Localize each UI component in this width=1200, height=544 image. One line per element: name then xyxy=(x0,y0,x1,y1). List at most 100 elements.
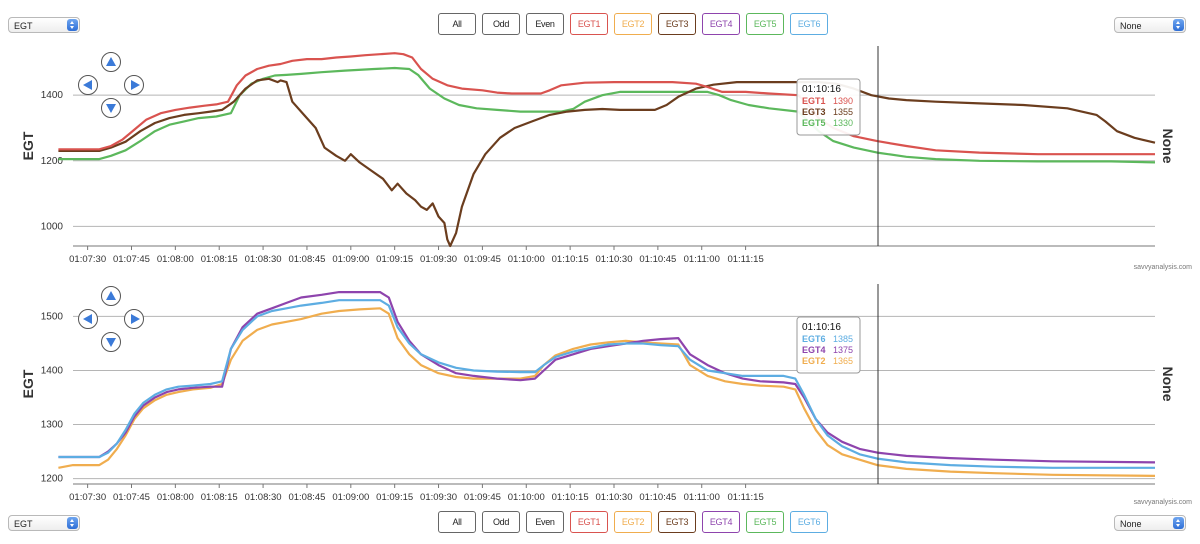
tooltip-series-name: EGT2 xyxy=(802,356,826,366)
toggle-button-egt5[interactable]: EGT5 xyxy=(746,511,784,533)
pan-controls xyxy=(78,52,148,122)
toggle-button-all[interactable]: All xyxy=(438,13,476,35)
tooltip-time: 01:10:16 xyxy=(802,322,841,333)
series-toggle-buttons-bottom: All Odd Even EGT1 EGT2 EGT3 EGT4 EGT5 EGT6 xyxy=(438,511,828,533)
x-tick-label: 01:10:30 xyxy=(596,492,633,503)
y-tick-label: 1000 xyxy=(41,221,64,232)
x-tick-label: 01:08:45 xyxy=(288,254,325,265)
x-tick-label: 01:11:15 xyxy=(727,492,763,503)
credit-text: savvyanalysis.com xyxy=(1133,499,1192,506)
toggle-button-odd[interactable]: Odd xyxy=(482,13,520,35)
x-tick-label: 01:09:30 xyxy=(420,254,457,265)
egt-chart-top[interactable]: 1000 1200 1400 01:07:30 01:07:45 01:08:00 01:0… xyxy=(0,40,1200,270)
tooltip-series-name: EGT4 xyxy=(802,345,826,355)
pan-left-icon[interactable] xyxy=(78,309,98,329)
left-series-select-bottom[interactable]: EGT xyxy=(8,515,80,531)
pan-down-icon[interactable] xyxy=(101,98,121,118)
select-arrows-icon xyxy=(1173,19,1184,31)
right-series-select-bottom[interactable]: None xyxy=(1114,515,1186,531)
x-tick-label: 01:10:00 xyxy=(508,254,545,265)
toggle-button-egt6[interactable]: EGT6 xyxy=(790,13,828,35)
y-axis-label: EGT xyxy=(20,131,36,160)
toggle-button-egt1[interactable]: EGT1 xyxy=(570,511,608,533)
toggle-button-all[interactable]: All xyxy=(438,511,476,533)
toggle-button-even[interactable]: Even xyxy=(526,13,564,35)
right-series-select-value: None xyxy=(1120,519,1142,529)
toggle-button-even[interactable]: Even xyxy=(526,511,564,533)
series-line-egt2[interactable] xyxy=(58,307,1156,477)
x-tick-label: 01:07:30 xyxy=(69,254,106,265)
x-tick-label: 01:09:45 xyxy=(464,254,501,265)
toggle-button-egt3[interactable]: EGT3 xyxy=(658,13,696,35)
x-tick-label: 01:10:15 xyxy=(552,492,589,503)
x-tick-label: 01:08:00 xyxy=(157,492,194,503)
x-tick-label: 01:07:30 xyxy=(69,492,106,503)
y-tick-label: 1300 xyxy=(41,420,64,431)
select-arrows-icon xyxy=(67,19,78,31)
tooltip-series-name: EGT6 xyxy=(802,334,826,344)
x-tick-label: 01:10:00 xyxy=(508,492,545,503)
toggle-button-egt6[interactable]: EGT6 xyxy=(790,511,828,533)
y-axis-label: EGT xyxy=(20,369,36,398)
y-tick-label: 1500 xyxy=(41,311,64,322)
select-arrows-icon xyxy=(67,517,78,529)
x-tick-label: 01:09:00 xyxy=(332,492,369,503)
tooltip-series-name: EGT1 xyxy=(802,96,826,106)
x-tick-label: 01:10:15 xyxy=(552,254,589,265)
toggle-button-egt4[interactable]: EGT4 xyxy=(702,511,740,533)
left-series-select-value: EGT xyxy=(14,21,33,31)
tooltip-series-value: 1365 xyxy=(833,356,853,366)
x-tick-label: 01:09:45 xyxy=(464,492,501,503)
x-tick-label: 01:11:00 xyxy=(684,254,720,265)
tooltip-series-value: 1355 xyxy=(833,107,853,117)
right-axis-label: None xyxy=(1160,129,1176,164)
toggle-button-egt2[interactable]: EGT2 xyxy=(614,13,652,35)
toggle-button-egt3[interactable]: EGT3 xyxy=(658,511,696,533)
x-tick-label: 01:08:15 xyxy=(201,492,238,503)
x-tick-label: 01:09:30 xyxy=(420,492,457,503)
pan-up-icon[interactable] xyxy=(101,52,121,72)
egt-chart-bottom[interactable]: 1200 1300 1400 1500 01:07:30 01:07:45 01:08:00… xyxy=(0,278,1200,508)
tooltip: 01:10:16EGT6 1385 EGT4 1375 EGT2 1365 xyxy=(796,316,861,374)
toggle-button-egt2[interactable]: EGT2 xyxy=(614,511,652,533)
y-tick-label: 1200 xyxy=(41,474,64,485)
x-tick-label: 01:11:00 xyxy=(684,492,720,503)
x-tick-label: 01:08:15 xyxy=(201,254,238,265)
right-series-select[interactable]: None xyxy=(1114,17,1186,33)
pan-right-icon[interactable] xyxy=(124,75,144,95)
toggle-button-egt5[interactable]: EGT5 xyxy=(746,13,784,35)
x-tick-label: 01:10:30 xyxy=(596,254,633,265)
x-tick-label: 01:08:30 xyxy=(245,254,282,265)
x-tick-label: 01:10:45 xyxy=(639,254,676,265)
toggle-button-egt1[interactable]: EGT1 xyxy=(570,13,608,35)
toggle-button-egt4[interactable]: EGT4 xyxy=(702,13,740,35)
pan-up-icon[interactable] xyxy=(101,286,121,306)
x-tick-label: 01:09:15 xyxy=(376,492,413,503)
right-series-select-value: None xyxy=(1120,21,1142,31)
x-tick-label: 01:10:45 xyxy=(639,492,676,503)
tooltip-series-value: 1330 xyxy=(833,118,853,128)
tooltip-series-value: 1390 xyxy=(833,96,853,106)
y-tick-label: 1200 xyxy=(41,156,64,167)
right-axis-label: None xyxy=(1160,367,1176,402)
x-tick-label: 01:11:15 xyxy=(727,254,763,265)
pan-controls xyxy=(78,286,148,356)
x-tick-label: 01:09:15 xyxy=(376,254,413,265)
x-tick-label: 01:07:45 xyxy=(113,254,150,265)
tooltip-series-name: EGT5 xyxy=(802,118,826,128)
left-series-select[interactable]: EGT xyxy=(8,17,80,33)
x-tick-label: 01:08:00 xyxy=(157,254,194,265)
tooltip-series-value: 1375 xyxy=(833,345,853,355)
x-tick-label: 01:07:45 xyxy=(113,492,150,503)
tooltip: 01:10:16EGT1 1390 EGT3 1355 EGT5 1330 xyxy=(796,78,861,136)
x-tick-label: 01:09:00 xyxy=(332,254,369,265)
select-arrows-icon xyxy=(1173,517,1184,529)
pan-right-icon[interactable] xyxy=(124,309,144,329)
y-tick-label: 1400 xyxy=(41,90,64,101)
x-tick-label: 01:08:30 xyxy=(245,492,282,503)
toggle-button-odd[interactable]: Odd xyxy=(482,511,520,533)
left-series-select-value: EGT xyxy=(14,519,33,529)
series-toggle-buttons: All Odd Even EGT1 EGT2 EGT3 EGT4 EGT5 EGT6 xyxy=(438,13,828,35)
pan-left-icon[interactable] xyxy=(78,75,98,95)
pan-down-icon[interactable] xyxy=(101,332,121,352)
